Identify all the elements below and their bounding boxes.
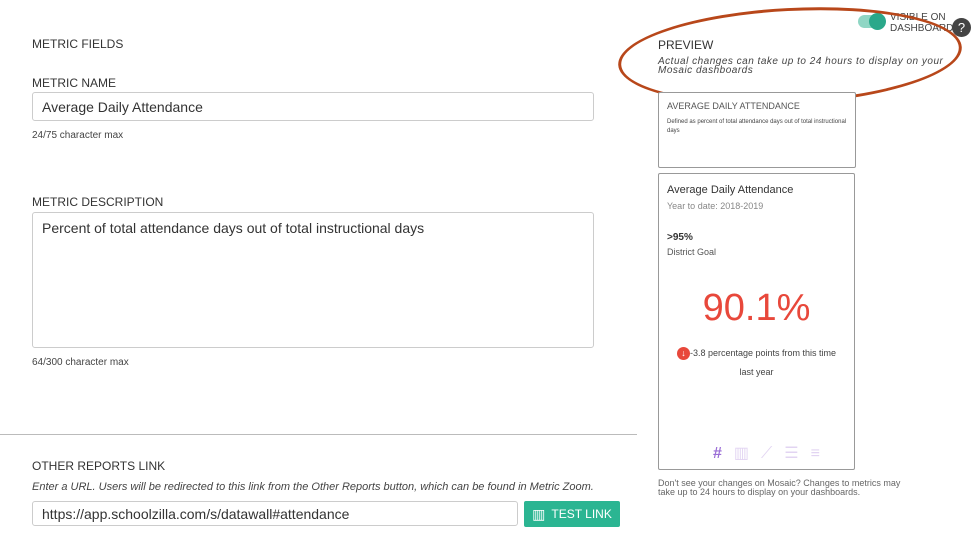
link-input[interactable] xyxy=(32,501,518,526)
metric-description-label: METRIC DESCRIPTION xyxy=(32,195,164,209)
number-icon[interactable]: # xyxy=(713,445,722,463)
link-help: Enter a URL. Users will be redirected to… xyxy=(32,481,594,493)
name-char-count: 24/75 character max xyxy=(32,130,124,141)
metric-description-input[interactable]: Percent of total attendance days out of … xyxy=(32,212,594,348)
list-icon[interactable]: ≡ xyxy=(811,445,820,463)
metric-name-input[interactable] xyxy=(32,92,594,121)
other-reports-label: OTHER REPORTS LINK xyxy=(32,459,166,473)
chart-link-icon: ▥ xyxy=(532,505,546,522)
desc-char-count: 64/300 character max xyxy=(32,357,129,368)
metric-value: 90.1% xyxy=(702,287,811,329)
bar-chart-icon[interactable]: ▥ xyxy=(734,443,749,463)
line-chart-icon[interactable]: ⟋ xyxy=(761,445,772,463)
horizontal-bar-icon[interactable]: ☰ xyxy=(784,443,798,463)
metric-name-label: METRIC NAME xyxy=(32,76,116,90)
test-link-button[interactable]: ▥ TEST LINK xyxy=(524,501,620,527)
tooltip-card: AVERAGE DAILY ATTENDANCE Defined as perc… xyxy=(658,92,856,168)
divider xyxy=(0,434,637,435)
preview-footer: Don't see your changes on Mosaic? Change… xyxy=(658,478,901,497)
down-arrow-icon: ↓ xyxy=(676,347,690,360)
metric-card: Average Daily Attendance Year to date: 2… xyxy=(658,173,855,470)
section-title: METRIC FIELDS xyxy=(32,37,124,51)
